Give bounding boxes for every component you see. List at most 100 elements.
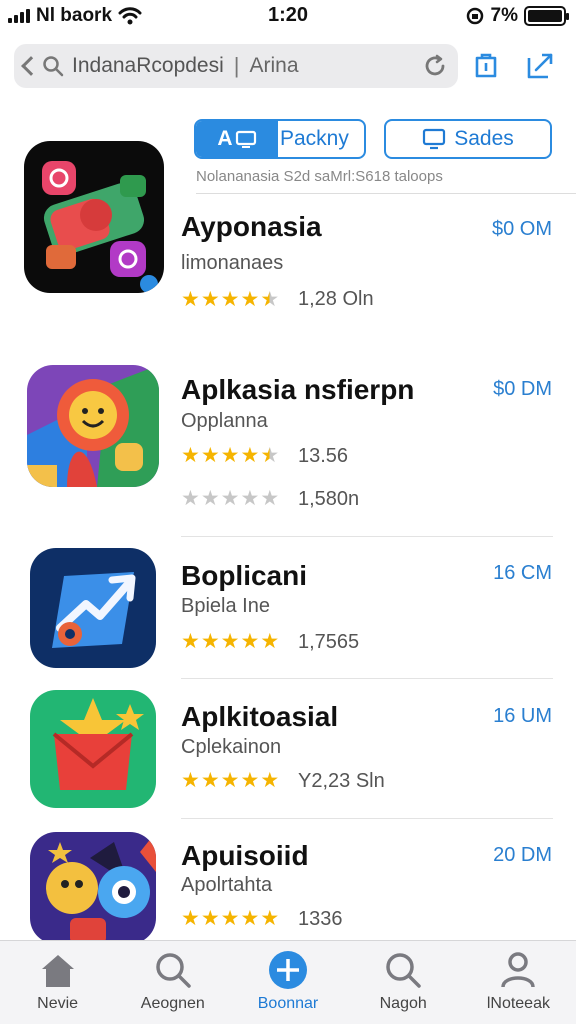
star-icon: ★ (181, 444, 200, 467)
star-icon: ★ (260, 630, 280, 653)
star-icon: ★ (181, 769, 200, 792)
segment-sales[interactable]: Sades (384, 119, 552, 159)
tab-label: Nevie (37, 995, 79, 1012)
app-icon[interactable] (30, 548, 156, 668)
tab-label: Boonnar (257, 995, 319, 1012)
star-icon: ★ (260, 444, 280, 467)
tab-search[interactable]: Aeognen (115, 941, 230, 1024)
star-icon: ★ (260, 907, 280, 930)
chart-arrow-icon (52, 572, 136, 648)
segment-apps-active[interactable]: A (196, 121, 278, 157)
app-icon[interactable] (24, 141, 164, 293)
search-separator: | (233, 53, 240, 78)
star-icon: ★ (220, 444, 240, 467)
app-name[interactable]: Apuisoiid (181, 840, 309, 872)
star-icon: ★ (200, 769, 220, 792)
game-controller-icon (42, 161, 158, 293)
plus-circle-icon (269, 951, 307, 989)
star-icon: ★ (181, 630, 200, 653)
rating-count: Y2,23 Sln (298, 770, 385, 792)
price-button[interactable]: 16 CM (493, 562, 552, 585)
star-icon: ★ (260, 288, 280, 311)
search-row: IndanaRcopdesi | Arina (0, 38, 576, 94)
divider (181, 536, 553, 537)
star-icon: ★ (220, 288, 240, 311)
price-button[interactable]: 20 DM (493, 844, 552, 867)
star-rating: ★ ★ ★ ★ ★ (181, 287, 279, 312)
orientation-lock-icon (466, 7, 483, 25)
app-icon[interactable] (30, 690, 156, 808)
tab-profile[interactable]: lNoteeak (461, 941, 576, 1024)
tab-add[interactable]: Boonnar (230, 941, 345, 1024)
secondary-star-rating: ★ ★ ★ ★ ★ (181, 486, 279, 511)
tab-label: lNoteeak (486, 995, 550, 1012)
app-name[interactable]: Ayponasia (181, 211, 322, 243)
person-icon (501, 952, 536, 988)
star-icon: ★ (181, 907, 200, 930)
search-query: IndanaRcopdesi (72, 54, 224, 77)
star-icon: ★ (240, 769, 260, 792)
segment-apps-active-label: A (217, 127, 233, 150)
star-icon: ★ (240, 288, 260, 311)
star-icon: ★ (220, 907, 240, 930)
star-rating: ★ ★ ★ ★ ★ (181, 768, 279, 793)
search-icon (43, 56, 64, 77)
battery-icon (524, 6, 569, 26)
star-icon: ★ (220, 630, 240, 653)
battery-percent: 7% (490, 5, 518, 26)
notification-button[interactable] (466, 46, 506, 86)
price-button[interactable]: 16 UM (493, 705, 552, 728)
tab-explore[interactable]: Nagoh (346, 941, 461, 1024)
mail-star-icon (52, 698, 144, 790)
magnifier-icon (386, 953, 421, 988)
star-icon: ★ (240, 487, 260, 510)
search-input[interactable]: IndanaRcopdesi | Arina (14, 44, 458, 88)
app-icon[interactable] (27, 365, 159, 487)
rating-count: 13.56 (298, 445, 349, 467)
tab-label: Aeognen (140, 995, 205, 1012)
tab-bar: Nevie Aeognen Boonnar Nagoh lNoteeak (0, 940, 576, 1024)
star-icon: ★ (240, 444, 260, 467)
rating-count: 1,28 Oln (298, 288, 374, 310)
segment-sales-label: Sades (454, 127, 514, 150)
app-name[interactable]: Aplkitoasial (181, 701, 338, 733)
star-rating: ★ ★ ★ ★ ★ (181, 906, 279, 931)
edit-button[interactable] (520, 46, 560, 86)
divider (196, 193, 576, 194)
tab-label: Nagoh (379, 995, 427, 1012)
app-name[interactable]: Boplicani (181, 560, 307, 592)
app-developer: Cplekainon (181, 736, 282, 758)
divider (181, 818, 553, 819)
star-icon: ★ (220, 487, 240, 510)
app-developer: limonanaes (181, 252, 284, 274)
star-icon: ★ (260, 769, 280, 792)
edit-icon (527, 53, 553, 79)
back-chevron-icon[interactable] (21, 56, 41, 76)
price-button[interactable]: $0 DM (493, 378, 552, 401)
segment-apps-label: Packny (280, 127, 349, 150)
star-icon: ★ (240, 630, 260, 653)
home-icon (41, 955, 74, 987)
price-button[interactable]: $0 OM (492, 218, 552, 241)
star-icon: ★ (181, 487, 200, 510)
star-rating: ★ ★ ★ ★ ★ (181, 629, 279, 654)
search-filter[interactable]: Arina (250, 54, 299, 78)
star-icon: ★ (240, 907, 260, 930)
tab-home[interactable]: Nevie (0, 941, 115, 1024)
star-icon: ★ (200, 288, 220, 311)
segment-apps[interactable]: A Packny (194, 119, 366, 159)
app-icon[interactable] (30, 832, 156, 944)
characters-icon (46, 832, 156, 944)
rating-count: 1,7565 (298, 631, 360, 653)
refresh-icon[interactable] (422, 53, 448, 79)
tv-icon (235, 130, 256, 148)
star-rating: ★ ★ ★ ★ ★ (181, 443, 279, 468)
app-developer: Apolrtahta (181, 874, 273, 896)
app-developer: Bpiela Ine (181, 595, 270, 617)
star-icon: ★ (200, 487, 220, 510)
star-icon: ★ (260, 487, 280, 510)
star-icon: ★ (181, 288, 200, 311)
app-name[interactable]: Aplkasia nsfierpn (181, 374, 414, 406)
results-subheading: Nolananasia S2d saMrl:S618 taloops (196, 168, 443, 185)
status-right: 7% (465, 5, 569, 27)
